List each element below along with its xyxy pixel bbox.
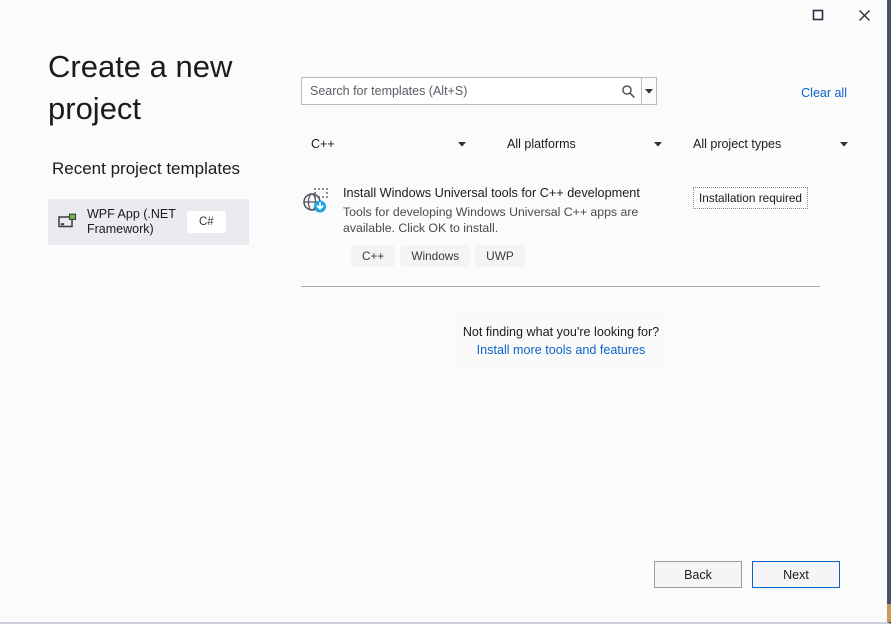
create-new-project-dialog: Create a new project Recent project temp… bbox=[0, 0, 891, 624]
maximize-icon bbox=[812, 9, 824, 21]
maximize-button[interactable] bbox=[795, 0, 841, 30]
install-more-tools-link[interactable]: Install more tools and features bbox=[451, 343, 671, 357]
filter-language-value: C++ bbox=[311, 137, 335, 151]
back-button[interactable]: Back bbox=[654, 561, 742, 588]
template-tag: Windows bbox=[400, 245, 471, 267]
chevron-down-icon bbox=[840, 142, 848, 147]
wpf-app-icon bbox=[58, 213, 77, 228]
search-dropdown-button[interactable] bbox=[641, 78, 656, 104]
search-button[interactable] bbox=[615, 78, 641, 104]
recent-project-templates-list: WPF App (.NET Framework) C# bbox=[48, 199, 249, 245]
template-description: Tools for developing Windows Universal C… bbox=[343, 205, 639, 235]
chevron-down-icon bbox=[645, 88, 653, 94]
next-button[interactable]: Next bbox=[752, 561, 840, 588]
filter-project-type-dropdown[interactable]: All project types bbox=[683, 131, 858, 157]
template-item-install-uwp-cpp-tools[interactable]: Install Windows Universal tools for C++ … bbox=[301, 184, 820, 267]
recent-templates-heading: Recent project templates bbox=[52, 159, 241, 178]
not-finding-panel: Not finding what you're looking for? Ins… bbox=[451, 311, 671, 371]
globe-download-icon bbox=[303, 188, 328, 213]
recent-template-label: WPF App (.NET Framework) bbox=[87, 207, 176, 236]
chevron-down-icon bbox=[458, 142, 466, 147]
template-tag: UWP bbox=[475, 245, 525, 267]
close-button[interactable] bbox=[841, 0, 887, 30]
template-tag: C++ bbox=[351, 245, 396, 267]
title-bar bbox=[0, 0, 887, 32]
filter-platform-dropdown[interactable]: All platforms bbox=[497, 131, 672, 157]
page-title: Create a new project bbox=[48, 49, 233, 126]
clear-all-link[interactable]: Clear all bbox=[801, 86, 847, 100]
search-icon bbox=[621, 84, 635, 98]
footer-buttons: Back Next bbox=[654, 561, 840, 588]
search-input[interactable] bbox=[302, 78, 615, 104]
window-corner-accent bbox=[887, 604, 891, 622]
search-box[interactable] bbox=[301, 77, 657, 105]
filter-project-type-value: All project types bbox=[693, 137, 782, 151]
chevron-down-icon bbox=[654, 142, 662, 147]
template-results-list: Install Windows Universal tools for C++ … bbox=[301, 184, 820, 267]
filters-row: C++ All platforms All project types bbox=[301, 131, 861, 157]
template-icon-wrapper bbox=[301, 184, 335, 267]
recent-template-language-chip: C# bbox=[187, 211, 226, 233]
installation-required-badge[interactable]: Installation required bbox=[693, 187, 808, 209]
right-panel: Clear all C++ All platforms All project … bbox=[290, 34, 883, 622]
template-tags: C++ Windows UWP bbox=[351, 245, 820, 267]
filter-language-dropdown[interactable]: C++ bbox=[301, 131, 476, 157]
results-divider bbox=[301, 286, 820, 287]
left-panel: Create a new project Recent project temp… bbox=[0, 34, 290, 622]
close-icon bbox=[858, 9, 870, 21]
recent-template-item-wpf-app[interactable]: WPF App (.NET Framework) C# bbox=[48, 199, 249, 245]
filter-platform-value: All platforms bbox=[507, 137, 576, 151]
not-finding-text: Not finding what you're looking for? bbox=[462, 325, 660, 339]
